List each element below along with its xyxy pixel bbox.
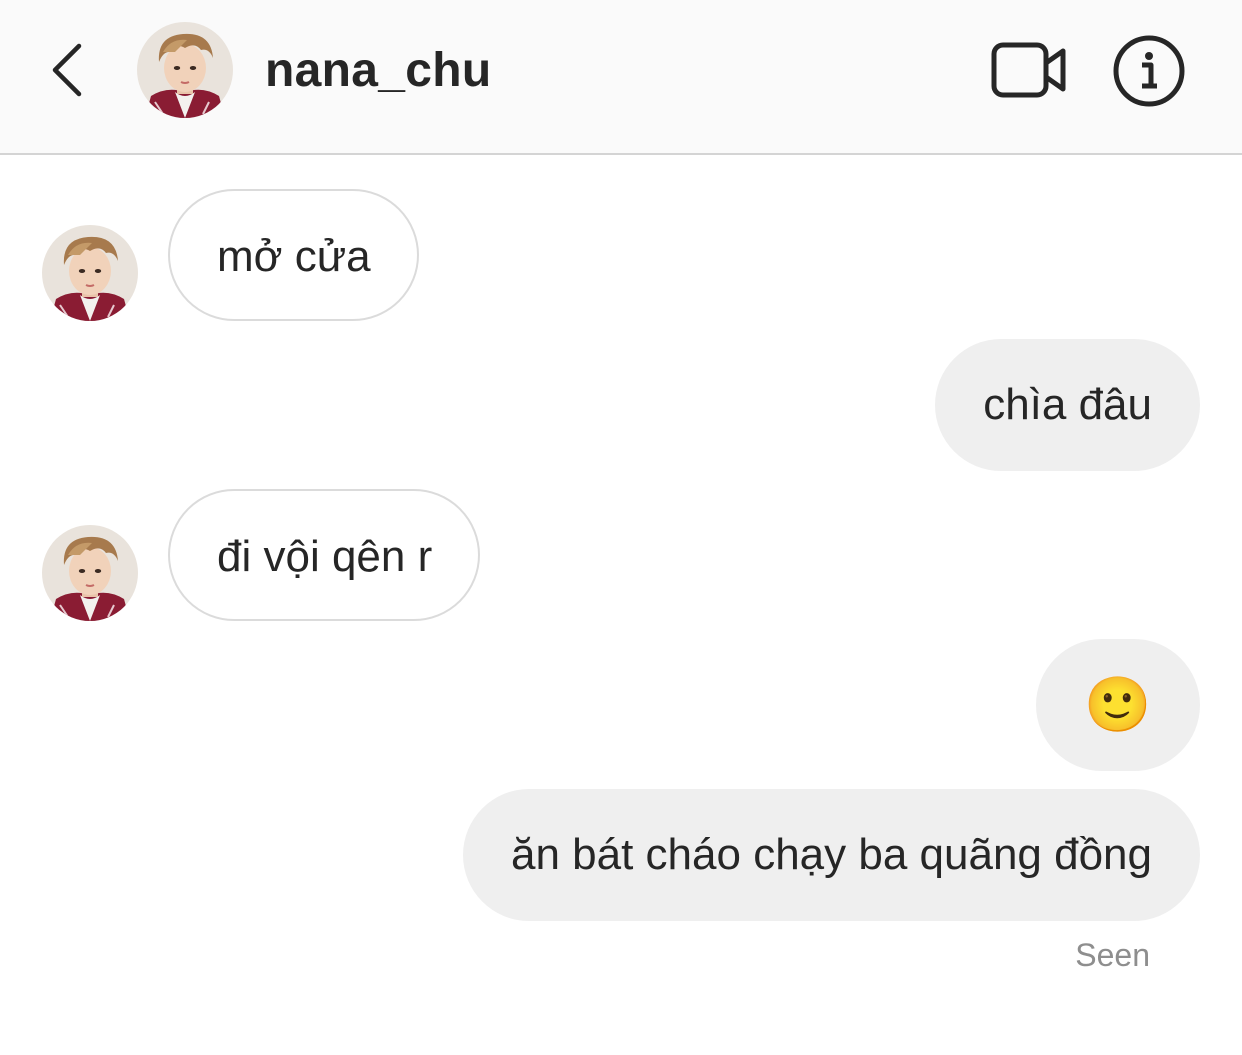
info-icon (1113, 35, 1185, 107)
avatar[interactable] (42, 225, 138, 321)
back-button[interactable] (44, 40, 94, 100)
avatar[interactable] (137, 22, 233, 118)
message-bubble-outgoing[interactable]: ăn bát cháo chạy ba quãng đồng (463, 789, 1200, 921)
avatar[interactable] (42, 525, 138, 621)
username[interactable]: nana_chu (265, 44, 491, 98)
chevron-left-icon (52, 43, 82, 97)
message-bubble-outgoing[interactable]: chìa đâu (935, 339, 1200, 471)
chat-header: nana_chu (0, 0, 1242, 155)
message-bubble-incoming[interactable]: đi vội qên r (168, 489, 481, 621)
info-button[interactable] (1112, 34, 1186, 108)
video-camera-icon (991, 42, 1066, 98)
seen-indicator: Seen (1075, 937, 1150, 973)
message-bubble-incoming[interactable]: mở cửa (168, 189, 419, 321)
message-bubble-emoji[interactable]: 🙂 (1036, 639, 1200, 771)
video-call-button[interactable] (990, 40, 1068, 100)
